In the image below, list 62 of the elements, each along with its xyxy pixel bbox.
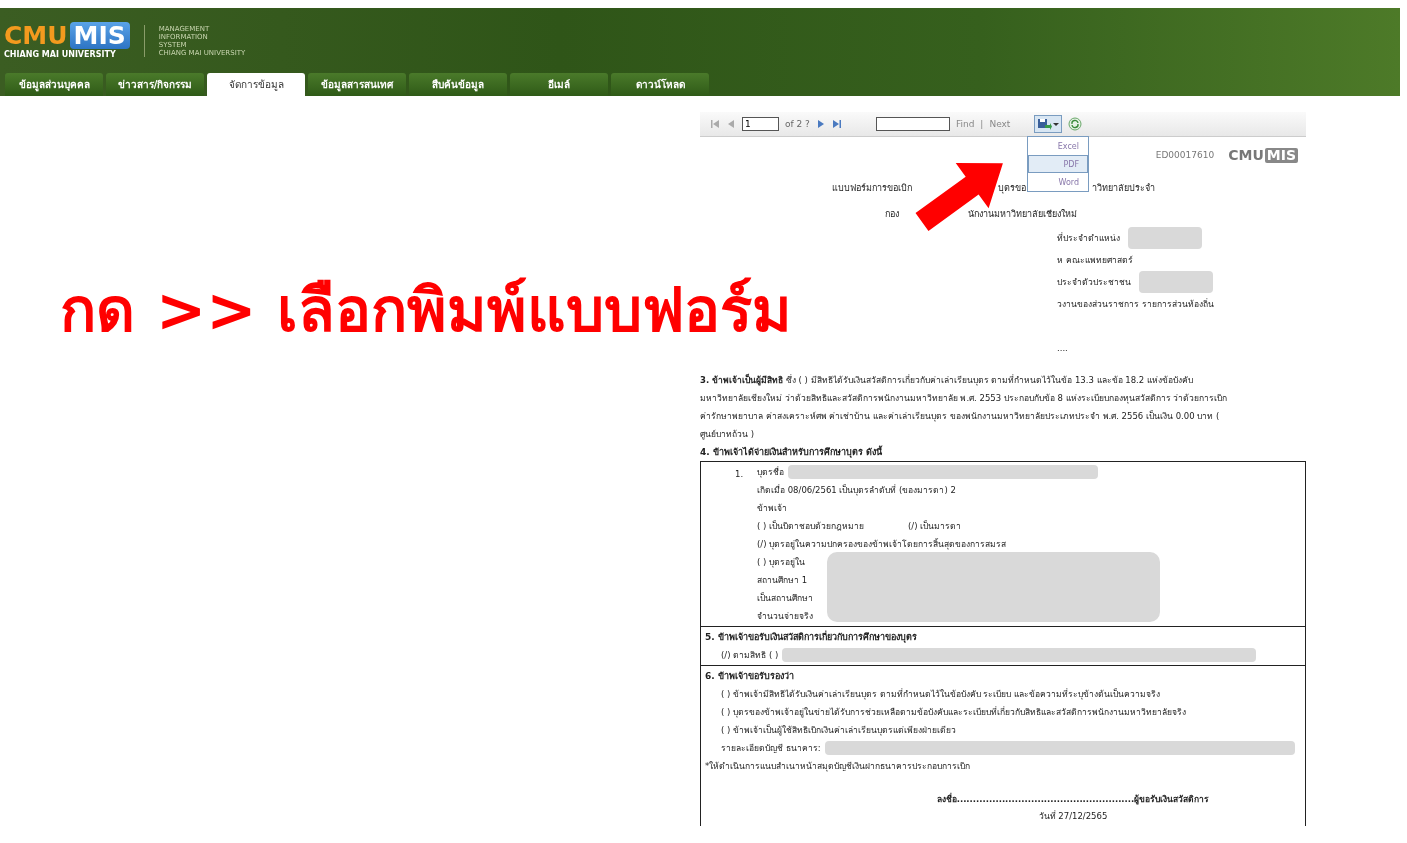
form-line-text: ( ) ข้าพเจ้ามีสิทธิได้รับเงินค่าเล่าเรียนบุตร ตามที่กำหนดไว้ในข้อบังคับ ระเบียบ และข้อความที่ระบุข้างต้นเป็นความจริง (721, 687, 1161, 702)
form-title-text: าวิทยาลัยประจำ (1092, 182, 1155, 195)
first-page-icon[interactable] (710, 119, 720, 129)
nav-tab[interactable]: ข่าวสาร/กิจกรรม (106, 73, 204, 96)
nav-tab[interactable]: ข้อมูลส่วนบุคคล (5, 73, 103, 96)
form-title-text: บุตรขอ (998, 182, 1026, 196)
section-heading: 4. ข้าพเจ้าได้จ่ายเงินสำหรับการศึกษาบุตร ดังนี้ (700, 444, 884, 460)
field-label: ห คณะแพทยศาสตร์ (1057, 254, 1133, 267)
form-line-text: (/) เป็นมารดา (908, 519, 962, 533)
form-line-text: ( ) เป็นบิดาชอบด้วยกฎหมาย (757, 519, 865, 533)
logo-badge: MIS (1264, 147, 1298, 163)
find-link[interactable]: Find (955, 119, 975, 129)
page-count-text: of 2 ? (785, 119, 810, 129)
form-line-text: จำนวนจ่ายจริง (757, 610, 813, 623)
form-line-text: (/) ตามสิทธิ ( ) (721, 649, 779, 662)
nav-tab[interactable]: ดาวน์โหลด (611, 73, 709, 96)
instruction-text: กด >> เลือกพิมพ์แบบฟอร์ม (60, 274, 793, 347)
export-menu-item[interactable]: PDF (1028, 155, 1088, 173)
caret-icon (1053, 122, 1060, 126)
form-line-text: (/) บุตรอยู่ในความปกครองของข้าพเจ้าโดยการสิ้นสุดของการสมรส (757, 537, 1007, 552)
form-line-text: รายละเอียดบัญชี ธนาคาร: (721, 742, 821, 755)
field-label: วงานของส่วนราชการ รายการส่วนท้องถิ่น (1057, 297, 1214, 311)
section-heading: 6. ข้าพเจ้าขอรับรองว่า (705, 670, 795, 683)
section-heading: 5. ข้าพเจ้าขอรับเงินสวัสดิการเกี่ยวกับการศึกษาของบุตร (705, 629, 918, 645)
form-line-text: สถานศึกษา 1 (757, 574, 808, 587)
form-line-text: ข้าพเจ้า (757, 502, 787, 515)
save-icon (1037, 117, 1053, 131)
nav-tab[interactable]: จัดการข้อมูล (207, 73, 305, 96)
export-button[interactable] (1034, 115, 1063, 133)
next-page-icon[interactable] (815, 119, 826, 129)
entitlement-paragraph: 3. ข้าพเจ้าเป็นผู้มีสิทธิ ซึ่ง ( ) มีสิทธิได้รับเงินสวัสดิการเกี่ยวกับค่าเล่าเรียนบุตร ตามที่กำหนดไว้ในข้อ 13.3 และข้อ 18.2 แห่งข้อบังคับ มหาวิทยาลัยเชียงใหม่ ว่าด้วยสิทธิและสวัสดิการพนักงานมหาวิทยาลัย พ.ศ. 2553 ประกอบกับข้อ 8 แห่งระเบียบกองทุนสวัสดิการ ว่าด้วยการเบิก ค่ารักษาพยาบาล ค่าสงเคราะห์ศพ ค่าเช่าบ้าน และค่าเล่าเรียนบุตร ของพนักงานมหาวิทยาลัยประเภทประจำ พ.ศ. 2556 เป็นเงิน 0.00 บาท ( ศูนย์บาทถ้วน ) (700, 373, 1229, 442)
ellipsis-text: .... (1057, 342, 1069, 355)
logo-badge: MIS (69, 22, 130, 49)
form-line-text: บุตรชื่อ (757, 465, 784, 480)
form-title-text: แบบฟอร์มการขอเบิก (832, 182, 912, 195)
field-label: ที่ประจำตำแหน่ง (1057, 231, 1120, 245)
logo-text: CMU (4, 22, 68, 49)
find-field[interactable] (875, 117, 950, 131)
note-text: *ให้ดำเนินการแนบสำเนาหน้าสมุดบัญชีเงินฝากธนาคารประกอบการเบิก (705, 760, 972, 774)
list-number: 1. (735, 468, 744, 481)
form-line-text: เป็นสถานศึกษา (757, 591, 813, 605)
form-title-text: นักงานมหาวิทยาลัยเชียงใหม่ (968, 208, 1077, 221)
date-text: วันที่ 27/12/2565 (1038, 809, 1108, 823)
signature-line: ลงชื่อ.......................................................ผู้ขอรับเงินสวัสดิการ (936, 792, 1210, 807)
refresh-icon[interactable] (1068, 117, 1083, 131)
link-separator: | (980, 119, 984, 129)
next-link[interactable]: Next (989, 119, 1011, 129)
form-line-text: เกิดเมื่อ 08/06/2561 เป็นบุตรลำดับที่ (ของมารดา) 2 (757, 483, 956, 498)
page-number-field[interactable]: 1 (742, 117, 779, 131)
nav-tab[interactable]: สืบค้นข้อมูล (409, 73, 507, 96)
nav-tab[interactable]: ข้อมูลสารสนเทศ (308, 73, 406, 96)
form-title-text: กอง (885, 208, 899, 221)
field-label: ประจำตัวประชาชน (1057, 276, 1131, 289)
previous-page-icon[interactable] (726, 119, 736, 129)
nav-tab[interactable]: อีเมล์ (510, 73, 608, 96)
form-line-text: ( ) ข้าพเจ้าเป็นผู้ใช้สิทธิเบิกเงินค่าเล่าเรียนบุตรแต่เพียงฝ่ายเดียว (721, 723, 957, 738)
document-id: ED00017610 (1155, 149, 1215, 162)
last-page-icon[interactable] (831, 119, 842, 129)
form-line-text: ( ) บุตรอยู่ใน (757, 556, 806, 570)
form-line-text: ( ) บุตรของข้าพเจ้าอยู่ในข่ายได้รับการช่วยเหลือตามข้อบังคับและระเบียบที่เกี่ยวกับสิทธิและสวัสดิการพนักงานมหาวิทยาลัยจริง (721, 705, 1187, 720)
logo-text: CMU (1228, 147, 1264, 163)
logo-caption: CHIANG MAI UNIVERSITY (4, 50, 117, 59)
